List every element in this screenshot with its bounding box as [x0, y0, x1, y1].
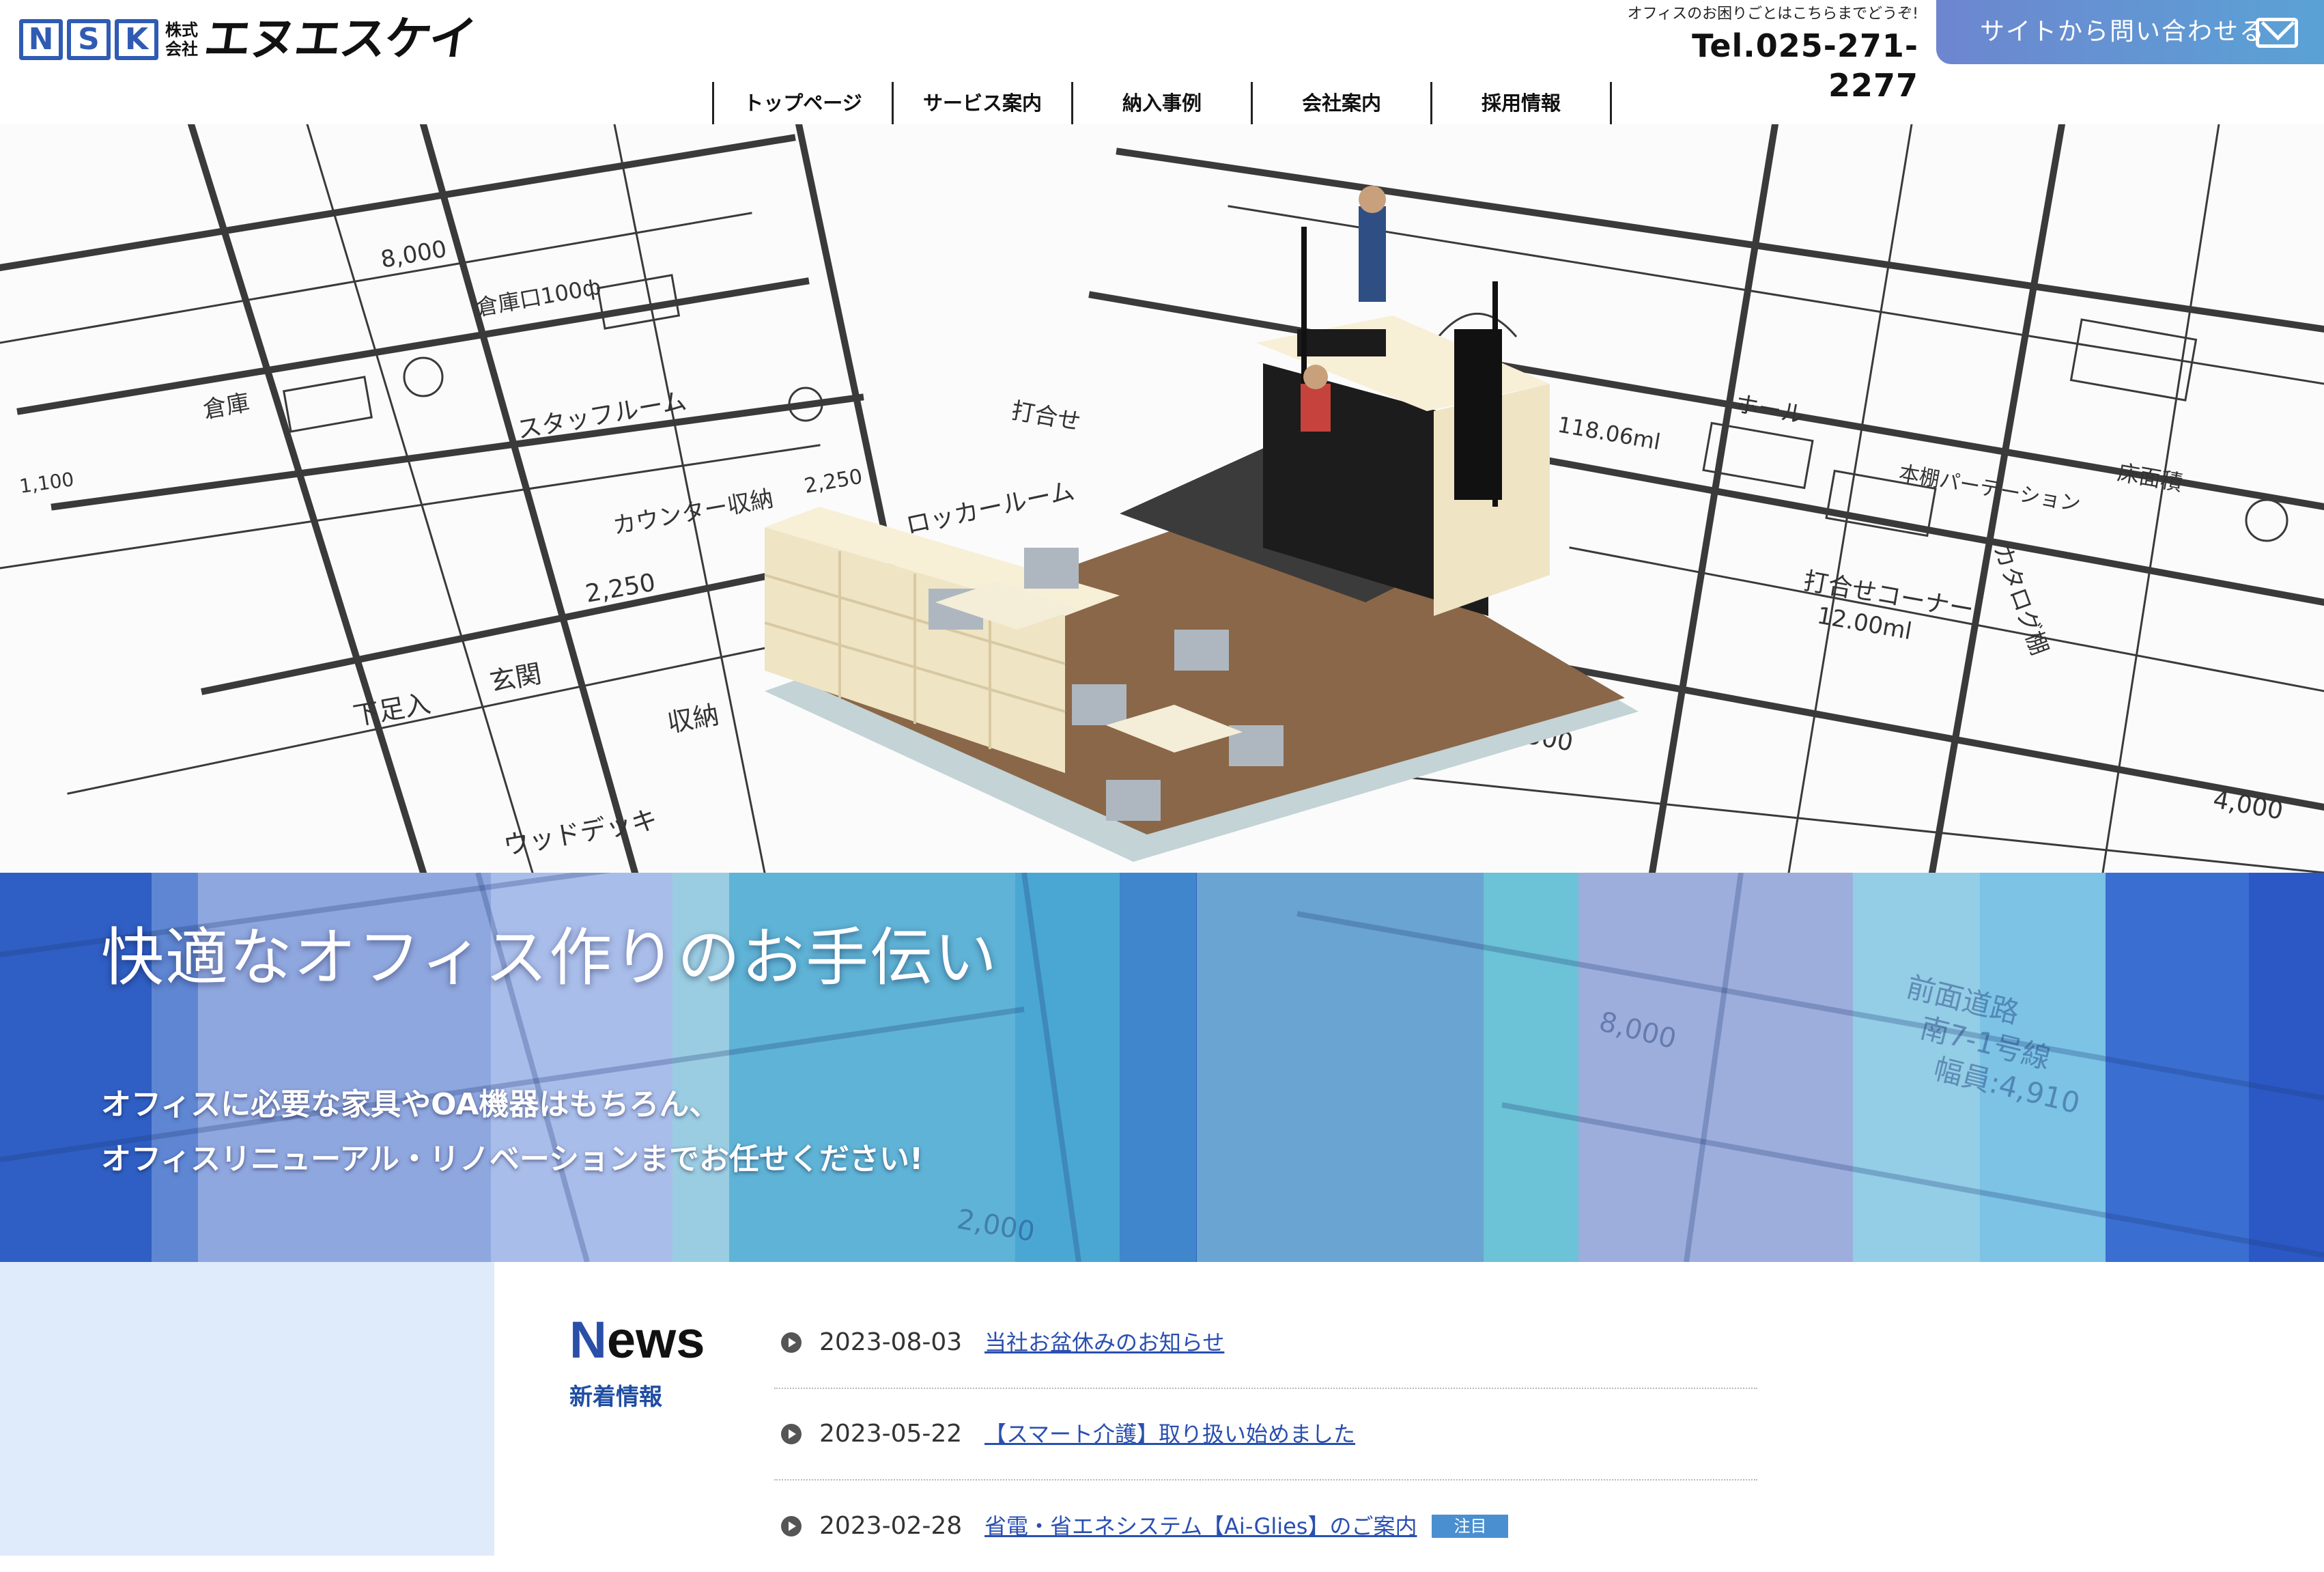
svg-text:2,000: 2,000	[954, 1204, 1037, 1248]
news-date: 2023-02-28	[819, 1512, 963, 1540]
hero-description: オフィスに必要な家具やOA機器はもちろん、 オフィスリニューアル・リノベーション…	[101, 1078, 923, 1187]
svg-text:収納: 収納	[665, 699, 722, 738]
play-icon	[781, 1424, 802, 1444]
svg-text:ウッドデッキ: ウッドデッキ	[501, 804, 660, 861]
news-item: 2023-05-22 【スマート介護】取り扱い始めました	[774, 1389, 1757, 1480]
contact-button-label: サイトから問い合わせる	[1980, 18, 2266, 46]
nav-item-cases[interactable]: 納入事例	[1071, 82, 1251, 124]
svg-text:打合せ: 打合せ	[1009, 397, 1082, 436]
svg-text:下足入: 下足入	[351, 688, 433, 731]
play-icon	[781, 1516, 802, 1536]
news-link[interactable]: 当社お盆休みのお知らせ	[984, 1329, 1224, 1356]
svg-text:倉庫: 倉庫	[201, 389, 252, 424]
svg-text:4,000: 4,000	[2211, 785, 2285, 825]
logo-letter-k: K	[115, 19, 158, 60]
news-item: 2023-08-03 当社お盆休みのお知らせ	[774, 1297, 1757, 1389]
news-title: News	[569, 1310, 705, 1371]
global-nav: トップページ サービス案内 納入事例 会社案内 採用情報	[712, 82, 1612, 124]
news-heading: News 新着情報	[569, 1310, 705, 1411]
news-subtitle: 新着情報	[569, 1384, 662, 1411]
news-title-initial: N	[569, 1311, 607, 1369]
logo-kabushiki: 株式 会社	[165, 20, 198, 59]
svg-text:倉庫口100ф: 倉庫口100ф	[474, 273, 603, 320]
phone-number[interactable]: Tel.025-271-2277	[1618, 26, 1918, 105]
logo-mark: N S K	[19, 19, 158, 60]
news-link[interactable]: 【スマート介護】取り扱い始めました	[984, 1420, 1355, 1448]
contact-button[interactable]: サイトから問い合わせる	[1936, 0, 2324, 64]
nav-item-company[interactable]: 会社案内	[1251, 82, 1430, 124]
svg-text:118.06ml: 118.06ml	[1556, 411, 1662, 455]
svg-text:8,000: 8,000	[1596, 1006, 1680, 1055]
phone-caption: オフィスのお困りごとはこちらまでどうぞ!	[1627, 5, 1918, 23]
svg-text:ホール: ホール	[1733, 390, 1806, 429]
hero-banner: 前面道路 南7-1号線 幅員:4,910 8,000 2,000 快適なオフィス…	[0, 873, 2324, 1262]
svg-text:カウンター収納: カウンター収納	[611, 485, 776, 540]
news-date: 2023-05-22	[819, 1420, 963, 1448]
svg-text:本棚パーテーション: 本棚パーテーション	[1897, 461, 2082, 516]
logo-letter-s: S	[67, 19, 111, 60]
company-logo[interactable]: N S K 株式 会社 エヌエスケイ	[19, 12, 478, 66]
svg-text:カタログ棚: カタログ棚	[1988, 540, 2054, 658]
news-list: 2023-08-03 当社お盆休みのお知らせ 2023-05-22 【スマート介…	[774, 1297, 1757, 1572]
logo-kk-top: 株式	[165, 20, 198, 40]
office-3d-model	[764, 186, 1639, 862]
news-title-rest: ews	[606, 1311, 705, 1369]
site-header: N S K 株式 会社 エヌエスケイ オフィスのお困りごとはこちらまでどうぞ! …	[0, 0, 2324, 124]
hero-headline: 快適なオフィス作りのお手伝い	[101, 921, 999, 994]
play-icon	[781, 1332, 802, 1353]
nav-item-services[interactable]: サービス案内	[892, 82, 1071, 124]
hero-description-line2: オフィスリニューアル・リノベーションまでお任せください!	[101, 1142, 924, 1177]
logo-company-name: エヌエスケイ	[201, 12, 479, 66]
svg-text:1,100: 1,100	[18, 468, 75, 498]
logo-kk-bottom: 会社	[165, 40, 198, 59]
hero-image: 8,000 倉庫口100ф 倉庫 スタッフルーム 打合せ カウンター収納 2,2…	[0, 124, 2324, 873]
news-side-panel	[0, 1262, 494, 1556]
svg-text:床面積: 床面積	[2116, 459, 2185, 496]
featured-badge: 注目	[1432, 1515, 1509, 1538]
nav-item-recruit[interactable]: 採用情報	[1430, 82, 1610, 124]
svg-text:ロッカールーム: ロッカールーム	[903, 477, 1077, 540]
logo-letter-n: N	[19, 19, 63, 60]
news-link[interactable]: 省電・省エネシステム【Ai-Glies】のご案内	[984, 1513, 1417, 1540]
news-item: 2023-02-28 省電・省エネシステム【Ai-Glies】のご案内 注目	[774, 1480, 1757, 1572]
svg-text:玄関: 玄関	[487, 658, 544, 697]
hero-description-line1: オフィスに必要な家具やOA機器はもちろん、	[101, 1087, 720, 1122]
news-date: 2023-08-03	[819, 1328, 963, 1356]
svg-text:2,250: 2,250	[802, 464, 864, 498]
mail-icon	[2256, 18, 2298, 48]
blueprint-illustration: 8,000 倉庫口100ф 倉庫 スタッフルーム 打合せ カウンター収納 2,2…	[0, 124, 2324, 873]
nav-item-top[interactable]: トップページ	[712, 82, 892, 124]
phone-block: オフィスのお困りごとはこちらまでどうぞ! Tel.025-271-2277	[1618, 3, 1918, 105]
